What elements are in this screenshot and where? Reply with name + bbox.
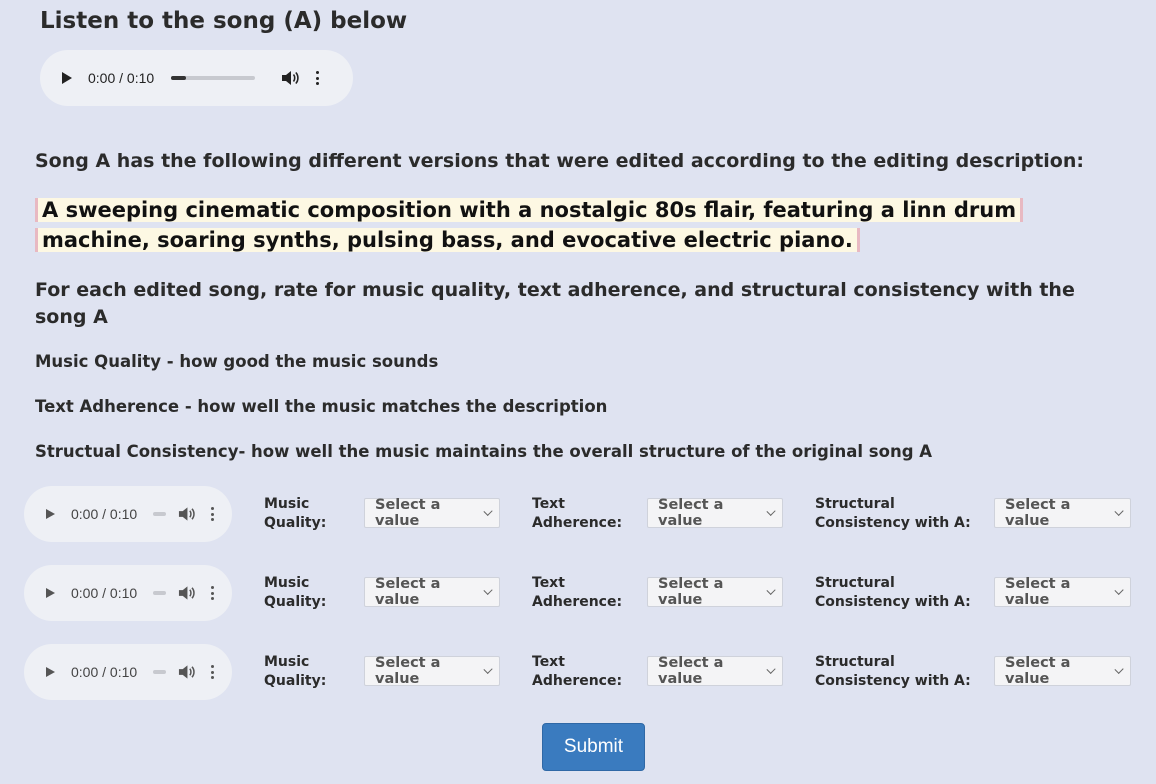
chevron-down-icon [1114,664,1124,674]
music-quality-label: Music Quality: [264,495,326,533]
text-adherence-label: Text Adherence: [532,653,622,691]
chevron-down-icon [483,506,493,516]
structural-consistency-label-line1: Structural [815,496,895,512]
audio-time: 0:00 / 0:10 [88,70,155,86]
music-quality-select-value: Select a value [375,655,441,687]
audio-progress-bar[interactable] [171,76,256,80]
text-adherence-label-line2: Adherence: [532,673,623,689]
volume-icon[interactable] [178,664,195,680]
main-audio-player[interactable]: 0:00 / 0:10 [40,50,353,106]
more-options-icon[interactable] [210,507,214,521]
audio-time: 0:00 / 0:10 [71,664,138,680]
more-options-icon[interactable] [210,665,214,679]
volume-icon[interactable] [178,585,195,601]
text-adherence-select[interactable]: Select a value [647,576,783,608]
play-icon[interactable] [46,509,55,519]
submit-button[interactable]: Submit [542,723,645,771]
music-quality-label-line2: Quality: [264,515,327,531]
volume-icon[interactable] [178,506,195,522]
edited-audio-player[interactable]: 0:00 / 0:10 [24,644,232,700]
edited-audio-player[interactable]: 0:00 / 0:10 [24,565,232,621]
audio-progress-bar[interactable] [153,591,167,595]
play-icon[interactable] [46,667,55,677]
text-adherence-label-line2: Adherence: [532,594,623,610]
rating-row: 0:00 / 0:10 Music Quality: Select a valu… [0,486,1156,542]
structural-consistency-label: Structural Consistency with A: [815,495,971,533]
text-adherence-label: Text Adherence: [532,495,622,533]
audio-progress-bar[interactable] [153,670,167,674]
chevron-down-icon [1114,585,1124,595]
definition-text-adherence: Text Adherence - how well the music matc… [35,397,608,416]
structural-consistency-label: Structural Consistency with A: [815,653,971,691]
text-adherence-select-value: Select a value [658,655,724,687]
rating-instructions: For each edited song, rate for music qua… [35,279,1075,328]
text-adherence-label: Text Adherence: [532,574,622,612]
audio-progress-bar[interactable] [153,512,167,516]
music-quality-select-value: Select a value [375,576,441,608]
structural-consistency-label-line1: Structural [815,654,895,670]
volume-icon[interactable] [281,70,299,86]
structural-consistency-select-value: Select a value [1005,497,1071,529]
music-quality-label-line2: Quality: [264,673,327,689]
structural-consistency-select-value: Select a value [1005,576,1071,608]
rating-row: 0:00 / 0:10 Music Quality: Select a valu… [0,565,1156,621]
structural-consistency-label-line2: Consistency with A: [815,515,971,531]
edited-audio-player[interactable]: 0:00 / 0:10 [24,486,232,542]
music-quality-label: Music Quality: [264,653,326,691]
structural-consistency-select[interactable]: Select a value [994,497,1131,529]
structural-consistency-label-line2: Consistency with A: [815,673,971,689]
text-adherence-select-value: Select a value [658,497,724,529]
music-quality-label: Music Quality: [264,574,326,612]
text-adherence-select-value: Select a value [658,576,724,608]
play-icon[interactable] [46,588,55,598]
music-quality-label-line1: Music [264,496,310,512]
text-adherence-label-line1: Text [532,496,565,512]
music-quality-label-line1: Music [264,654,310,670]
audio-time: 0:00 / 0:10 [71,585,138,601]
text-adherence-select[interactable]: Select a value [647,497,783,529]
structural-consistency-label-line1: Structural [815,575,895,591]
chevron-down-icon [483,585,493,595]
text-adherence-label-line1: Text [532,654,565,670]
structural-consistency-select[interactable]: Select a value [994,655,1131,687]
music-quality-label-line2: Quality: [264,594,327,610]
chevron-down-icon [766,664,776,674]
music-quality-label-line1: Music [264,575,310,591]
structural-consistency-select[interactable]: Select a value [994,576,1131,608]
text-adherence-label-line2: Adherence: [532,515,623,531]
music-quality-select[interactable]: Select a value [364,576,500,608]
definition-structural-consistency: Structual Consistency- how well the musi… [35,442,933,461]
more-options-icon[interactable] [210,586,214,600]
chevron-down-icon [1114,506,1124,516]
definition-music-quality: Music Quality - how good the music sound… [35,352,439,371]
structural-consistency-select-value: Select a value [1005,655,1071,687]
text-adherence-label-line1: Text [532,575,565,591]
chevron-down-icon [766,585,776,595]
chevron-down-icon [766,506,776,516]
structural-consistency-label-line2: Consistency with A: [815,594,971,610]
structural-consistency-label: Structural Consistency with A: [815,574,971,612]
intro-text: Song A has the following different versi… [35,150,1084,172]
music-quality-select[interactable]: Select a value [364,655,500,687]
play-icon[interactable] [62,72,72,84]
editing-description: A sweeping cinematic composition with a … [35,195,1035,255]
music-quality-select[interactable]: Select a value [364,497,500,529]
music-quality-select-value: Select a value [375,497,441,529]
more-options-icon[interactable] [315,71,319,85]
page-title: Listen to the song (A) below [40,8,408,34]
editing-description-text: A sweeping cinematic composition with a … [35,198,1024,252]
chevron-down-icon [483,664,493,674]
rating-row: 0:00 / 0:10 Music Quality: Select a valu… [0,644,1156,700]
audio-progress-fill [171,76,187,80]
text-adherence-select[interactable]: Select a value [647,655,783,687]
audio-time: 0:00 / 0:10 [71,506,138,522]
